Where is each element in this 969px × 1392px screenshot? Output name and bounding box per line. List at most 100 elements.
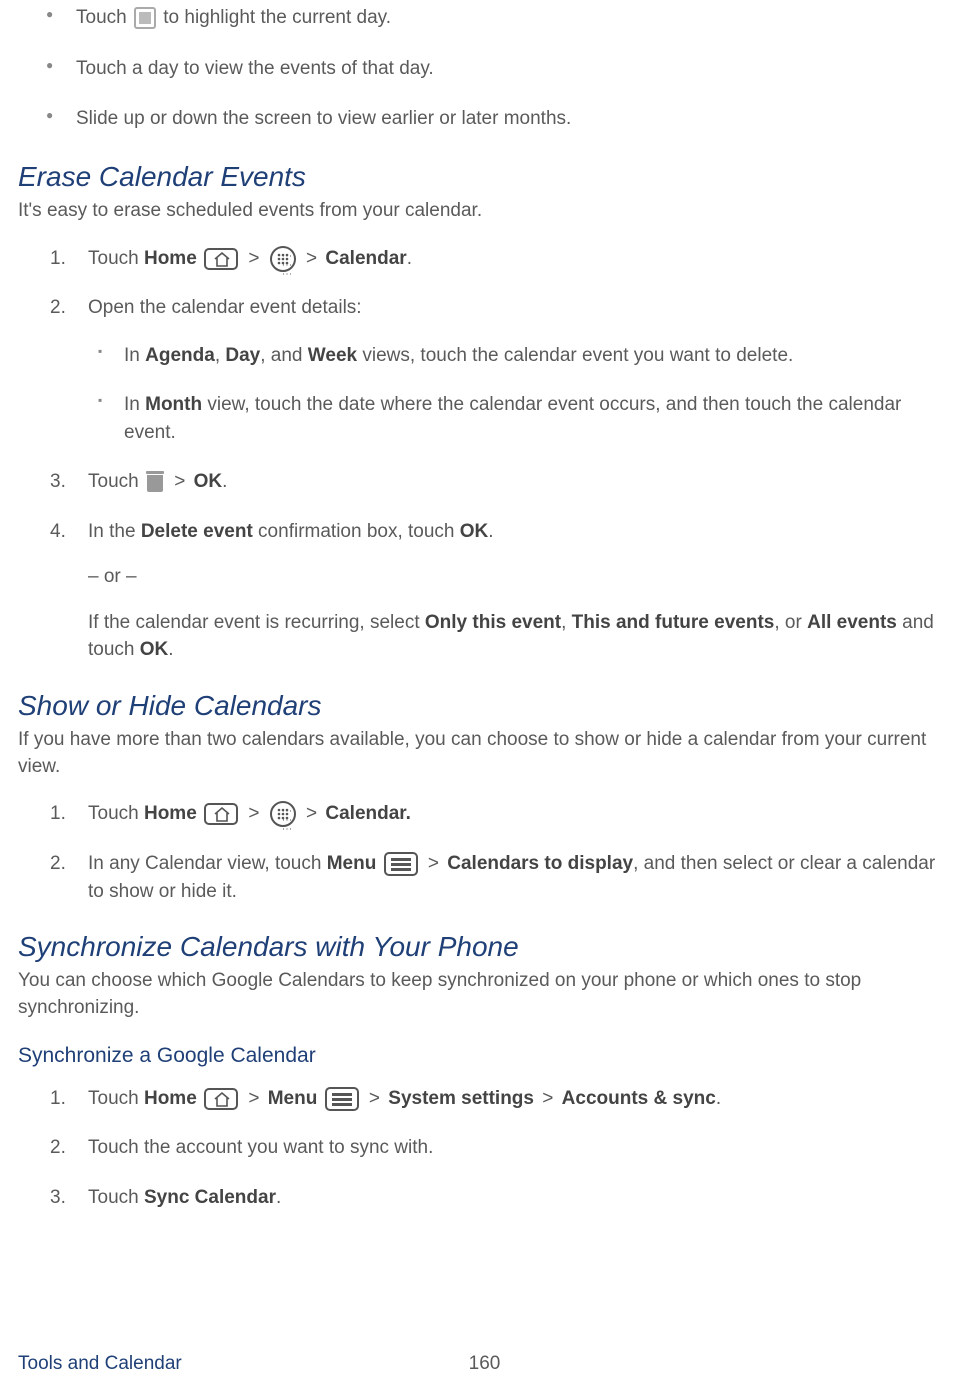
separator: > <box>243 803 265 824</box>
bold: All events <box>807 612 897 633</box>
bold: Home <box>144 248 197 269</box>
bold: Month <box>145 394 202 415</box>
step: 1. Touch Home > > Calendar. <box>88 245 951 273</box>
step: 2. Touch the account you want to sync wi… <box>88 1134 951 1162</box>
separator: > <box>537 1088 559 1109</box>
apps-icon <box>270 246 296 272</box>
text: Open the calendar event details: <box>88 297 362 318</box>
step: 2. Open the calendar event details: In A… <box>88 294 951 446</box>
bold: Week <box>308 345 357 366</box>
separator: > <box>301 248 323 269</box>
text: Touch <box>88 1088 144 1109</box>
heading-sync: Synchronize Calendars with Your Phone <box>18 927 951 966</box>
erase-intro: It's easy to erase scheduled events from… <box>18 198 951 225</box>
substep: In Agenda, Day, and Week views, touch th… <box>124 342 951 370</box>
bold: Home <box>144 803 197 824</box>
step: 4. In the Delete event confirmation box,… <box>88 518 951 546</box>
separator: > <box>423 853 445 874</box>
separator: > <box>243 1088 265 1109</box>
bold: Calendar. <box>325 803 411 824</box>
bold: Sync Calendar <box>144 1187 276 1208</box>
text: Slide up or down the screen to view earl… <box>76 108 571 129</box>
substep: In Month view, touch the date where the … <box>124 391 951 446</box>
showhide-steps: 1. Touch Home > > Calendar. 2. In any Ca… <box>18 800 951 905</box>
step: 3. Touch Sync Calendar. <box>88 1184 951 1212</box>
apps-icon <box>270 801 296 827</box>
erase-steps: 1. Touch Home > > Calendar. 2. Open the … <box>18 245 951 546</box>
bullet-item: Touch a day to view the events of that d… <box>76 56 951 83</box>
bold: OK <box>140 639 169 660</box>
page-footer: Tools and Calendar 160 <box>18 1351 951 1378</box>
bullet-item: Slide up or down the screen to view earl… <box>76 106 951 133</box>
step: 1. Touch Home > > Calendar. <box>88 800 951 828</box>
bold: Agenda <box>145 345 215 366</box>
text: Touch <box>76 7 132 28</box>
separator: > <box>243 248 265 269</box>
text: . <box>407 248 412 269</box>
bold: This and future events <box>572 612 775 633</box>
text: In <box>124 394 145 415</box>
bold: OK <box>194 471 223 492</box>
separator: > <box>364 1088 386 1109</box>
text: , and <box>260 345 308 366</box>
footer-section: Tools and Calendar <box>18 1353 182 1374</box>
home-icon <box>204 248 238 270</box>
text: confirmation box, touch <box>253 521 460 542</box>
text: Touch <box>88 1187 144 1208</box>
bold: Delete event <box>141 521 253 542</box>
or-separator: – or – <box>18 563 951 591</box>
bold: Only this event <box>425 612 561 633</box>
text: . <box>276 1187 281 1208</box>
step: 2. In any Calendar view, touch Menu > Ca… <box>88 850 951 905</box>
page-number: 160 <box>469 1351 501 1378</box>
separator: > <box>301 803 323 824</box>
text: . <box>222 471 227 492</box>
text: In the <box>88 521 141 542</box>
separator: > <box>169 471 191 492</box>
home-icon <box>204 803 238 825</box>
text: In <box>124 345 145 366</box>
bold: System settings <box>388 1088 534 1109</box>
heading-showhide: Show or Hide Calendars <box>18 686 951 725</box>
step-extra: If the calendar event is recurring, sele… <box>18 609 951 664</box>
bold: OK <box>460 521 489 542</box>
text: If the calendar event is recurring, sele… <box>88 612 425 633</box>
text: In any Calendar view, touch <box>88 853 327 874</box>
text: Touch <box>88 248 144 269</box>
step: 3. Touch > OK. <box>88 468 951 496</box>
bullet-item: Touch to highlight the current day. <box>76 5 951 32</box>
text: Touch <box>88 803 144 824</box>
sync-steps: 1. Touch Home > Menu > System settings >… <box>18 1085 951 1212</box>
bold: Calendar <box>325 248 406 269</box>
text: . <box>716 1088 721 1109</box>
step: 1. Touch Home > Menu > System settings >… <box>88 1085 951 1113</box>
home-icon <box>204 1088 238 1110</box>
bold: Home <box>144 1088 197 1109</box>
text: Touch the account you want to sync with. <box>88 1137 433 1158</box>
menu-icon <box>325 1087 359 1111</box>
bold: Accounts & sync <box>562 1088 716 1109</box>
menu-icon <box>384 852 418 876</box>
subheading-sync-google: Synchronize a Google Calendar <box>18 1041 951 1070</box>
sync-intro: You can choose which Google Calendars to… <box>18 968 951 1021</box>
bold: Calendars to display <box>447 853 633 874</box>
top-bullet-list: Touch to highlight the current day. Touc… <box>18 5 951 133</box>
heading-erase: Erase Calendar Events <box>18 157 951 196</box>
text: , or <box>774 612 807 633</box>
trash-icon <box>146 470 164 492</box>
bold: Menu <box>327 853 377 874</box>
bold: Menu <box>268 1088 318 1109</box>
text: , <box>561 612 572 633</box>
text: to highlight the current day. <box>158 7 391 28</box>
substeps: In Agenda, Day, and Week views, touch th… <box>88 342 951 447</box>
today-icon <box>134 7 156 29</box>
text: , <box>215 345 226 366</box>
text: Touch a day to view the events of that d… <box>76 58 434 79</box>
text: view, touch the date where the calendar … <box>124 394 901 443</box>
text: views, touch the calendar event you want… <box>357 345 793 366</box>
showhide-intro: If you have more than two calendars avai… <box>18 727 951 780</box>
text: . <box>488 521 493 542</box>
bold: Day <box>225 345 260 366</box>
text: . <box>168 639 173 660</box>
text: Touch <box>88 471 144 492</box>
